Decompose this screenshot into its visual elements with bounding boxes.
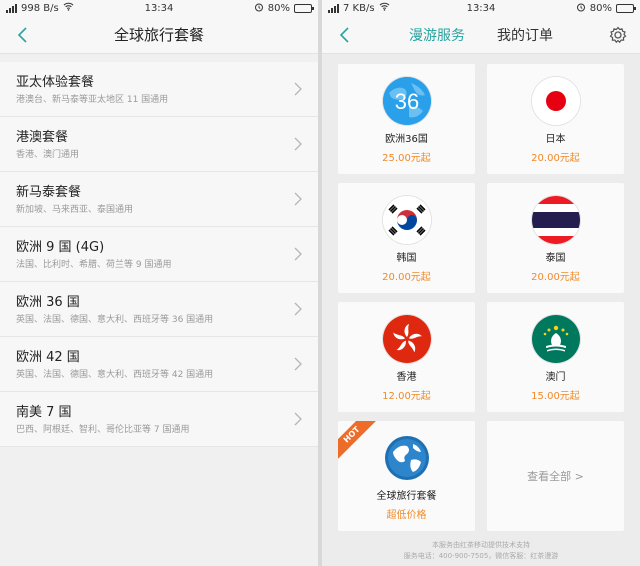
battery-percent: 80% — [267, 2, 290, 14]
package-subtitle: 英国、法国、德国、意大利、西班牙等 42 国通用 — [16, 370, 214, 380]
back-arrow-icon[interactable] — [336, 25, 356, 45]
wifi-icon — [63, 2, 74, 14]
package-list-item[interactable]: 欧洲 9 国 (4G) 法国、比利时、希腊、荷兰等 9 国通用 — [0, 227, 318, 282]
battery-icon — [616, 3, 636, 13]
back-arrow-icon[interactable] — [14, 25, 34, 45]
package-list-item[interactable]: 新马泰套餐新加坡、马来西亚、泰国通用 — [0, 172, 318, 227]
package-title: 欧洲 9 国 (4G) — [16, 240, 105, 255]
gear-icon[interactable] — [608, 25, 628, 45]
card-macau[interactable]: 澳门 15.00元起 — [487, 302, 624, 412]
package-title: 亚太体验套餐 — [16, 75, 95, 90]
chevron-right-icon — [294, 192, 302, 206]
card-price: 超低价格 — [386, 510, 427, 521]
package-list-item[interactable]: 欧洲 42 国英国、法国、德国、意大利、西班牙等 42 国通用 — [0, 337, 318, 392]
card-europe-36[interactable]: 36 欧洲36国 25.00元起 — [338, 64, 475, 174]
destination-grid: 36 欧洲36国 25.00元起 日本 20.00元起 韩国 20.00元起 泰… — [338, 64, 624, 531]
chevron-right-icon — [294, 137, 302, 151]
hot-badge: HOT — [338, 421, 381, 464]
package-title: 欧洲 42 国 — [16, 350, 80, 365]
card-thailand[interactable]: 泰国 20.00元起 — [487, 183, 624, 293]
card-korea[interactable]: 韩国 20.00元起 — [338, 183, 475, 293]
chevron-right-icon — [294, 82, 302, 96]
view-all-button[interactable]: 查看全部 > — [487, 421, 624, 531]
tab-bar: 漫游服务 我的订单 — [409, 25, 553, 45]
status-bar: 998 B/s 13:34 80% — [0, 0, 318, 16]
package-subtitle: 巴西、阿根廷、智利、哥伦比亚等 7 国通用 — [16, 425, 190, 435]
wifi-icon — [379, 2, 390, 14]
card-price: 12.00元起 — [382, 391, 431, 402]
package-title: 南美 7 国 — [16, 405, 72, 420]
page-title: 全球旅行套餐 — [113, 26, 204, 44]
card-name: 泰国 — [545, 253, 566, 264]
navbar: 全球旅行套餐 — [0, 16, 318, 54]
package-title: 港澳套餐 — [16, 130, 69, 145]
macau-flag-icon — [531, 315, 580, 363]
status-bar: 7 KB/s 13:34 80% — [322, 0, 640, 16]
signal-icon — [328, 3, 339, 13]
card-hongkong[interactable]: 香港 12.00元起 — [338, 302, 475, 412]
tab-roaming-service[interactable]: 漫游服务 — [409, 25, 465, 45]
card-price: 20.00元起 — [531, 272, 580, 283]
card-price: 15.00元起 — [531, 391, 580, 402]
card-name: 欧洲36国 — [385, 134, 428, 145]
chevron-right-icon — [294, 357, 302, 371]
card-japan[interactable]: 日本 20.00元起 — [487, 64, 624, 174]
hongkong-flag-icon — [382, 315, 431, 363]
package-list-item[interactable]: 南美 7 国巴西、阿根廷、智利、哥伦比亚等 7 国通用 — [0, 392, 318, 447]
card-name: 日本 — [545, 134, 566, 145]
chevron-right-icon — [294, 412, 302, 426]
left-screen: 998 B/s 13:34 80% 全球旅行套餐 亚太体验套餐港澳台、新马泰等亚… — [0, 0, 318, 566]
card-global-package[interactable]: HOT 全球旅行套餐 超低价格 — [338, 421, 475, 531]
card-name: 韩国 — [396, 253, 417, 264]
package-list-item[interactable]: 欧洲 36 国英国、法国、德国、意大利、西班牙等 36 国通用 — [0, 282, 318, 337]
europe-36-icon: 36 — [382, 77, 431, 125]
card-name: 澳门 — [545, 372, 566, 383]
card-price: 25.00元起 — [382, 153, 431, 164]
footer-contact: 服务电话：400-900-7505，微信客服：红茶漫游 — [403, 552, 559, 560]
card-name: 香港 — [396, 372, 417, 383]
footer-credit: 本服务由红茶移动提供技术支持 — [432, 541, 530, 549]
battery-percent: 80% — [589, 2, 612, 14]
card-name: 全球旅行套餐 — [376, 491, 437, 502]
navbar: 漫游服务 我的订单 — [322, 16, 640, 54]
signal-icon — [6, 3, 17, 13]
view-all-label: 查看全部 > — [527, 470, 584, 483]
package-title: 新马泰套餐 — [16, 185, 82, 200]
japan-flag-icon — [531, 77, 580, 125]
package-list-item[interactable]: 港澳套餐香港、澳门通用 — [0, 117, 318, 172]
package-subtitle: 英国、法国、德国、意大利、西班牙等 36 国通用 — [16, 315, 214, 325]
card-price: 20.00元起 — [382, 272, 431, 283]
package-subtitle: 港澳台、新马泰等亚太地区 11 国通用 — [16, 95, 169, 105]
globe-icon — [383, 434, 431, 482]
package-title: 欧洲 36 国 — [16, 295, 80, 310]
chevron-right-icon — [294, 247, 302, 261]
package-list: 亚太体验套餐港澳台、新马泰等亚太地区 11 国通用港澳套餐香港、澳门通用新马泰套… — [0, 62, 318, 447]
right-screen: 7 KB/s 13:34 80% 漫游服务 我的订单 36 欧洲36国 25.0… — [322, 0, 640, 566]
network-speed: 998 B/s — [21, 2, 59, 14]
package-subtitle: 新加坡、马来西亚、泰国通用 — [16, 205, 134, 215]
package-subtitle: 香港、澳门通用 — [16, 150, 80, 160]
package-subtitle: 法国、比利时、希腊、荷兰等 9 国通用 — [16, 260, 172, 270]
battery-icon — [294, 3, 314, 13]
card-price: 20.00元起 — [531, 153, 580, 164]
alarm-icon — [576, 2, 586, 15]
thailand-flag-icon — [531, 196, 580, 244]
network-speed: 7 KB/s — [343, 2, 375, 14]
chevron-right-icon — [294, 302, 302, 316]
alarm-icon — [254, 2, 264, 15]
korea-flag-icon — [382, 196, 431, 244]
europe-36-badge: 36 — [394, 89, 418, 114]
footer: 本服务由红茶移动提供技术支持 服务电话：400-900-7505，微信客服：红茶… — [322, 540, 640, 562]
tab-my-orders[interactable]: 我的订单 — [497, 25, 553, 45]
package-list-item[interactable]: 亚太体验套餐港澳台、新马泰等亚太地区 11 国通用 — [0, 62, 318, 117]
